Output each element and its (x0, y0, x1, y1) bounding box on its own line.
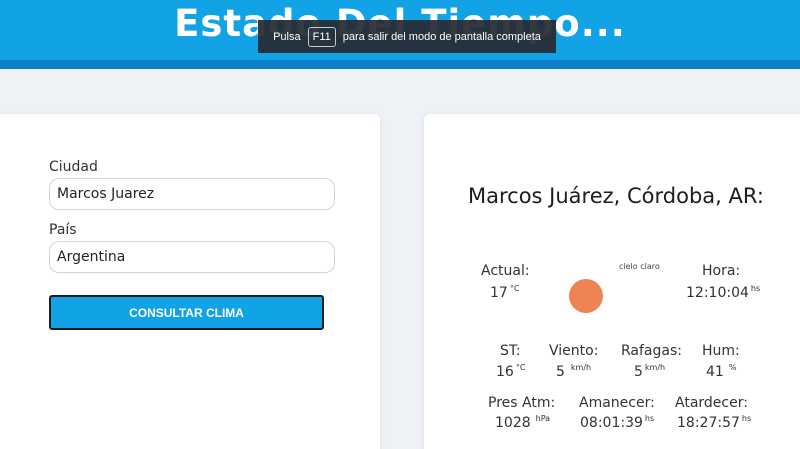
gusts-value: 5 km/h (634, 363, 666, 380)
wind-label: Viento: (549, 343, 599, 359)
sun-icon (569, 279, 603, 313)
gusts-label: Rafagas: (621, 343, 682, 359)
humidity-label: Hum: (702, 343, 740, 359)
time-label: Hora: (702, 263, 741, 279)
location-title: Marcos Juárez, Córdoba, AR: (468, 184, 764, 208)
consultar-clima-button[interactable]: CONSULTAR CLIMA (49, 295, 324, 330)
pressure-value: 1028 hPa (495, 414, 551, 431)
country-input[interactable] (49, 241, 335, 273)
fullscreen-notice-suffix: para salir del modo de pantalla completa (342, 30, 541, 43)
sunrise-label: Amanecer: (579, 395, 655, 411)
f11-key: F11 (307, 26, 336, 47)
humidity-value: 41% (706, 363, 737, 380)
feels-like-value: 16 °C (496, 363, 526, 380)
time-value: 12:10:04 hs (686, 284, 761, 301)
fullscreen-notice: Pulsa F11 para salir del modo de pantall… (258, 20, 556, 53)
sunset-value: 18:27:57 hs (677, 414, 752, 431)
sunset-label: Atardecer: (675, 395, 748, 411)
feels-like-label: ST: (500, 343, 521, 359)
header-strip (0, 60, 800, 69)
country-label: País (49, 222, 77, 238)
city-label: Ciudad (49, 159, 98, 175)
city-input[interactable] (49, 178, 335, 210)
sunrise-value: 08:01:39 hs (580, 414, 655, 431)
current-temp-label: Actual: (481, 263, 530, 279)
pressure-label: Pres Atm: (488, 395, 556, 411)
weather-description: cielo claro (619, 262, 660, 271)
current-temp-value: 17 °C (490, 284, 520, 301)
fullscreen-notice-prefix: Pulsa (273, 30, 301, 43)
wind-value: 5 km/h (556, 363, 592, 380)
